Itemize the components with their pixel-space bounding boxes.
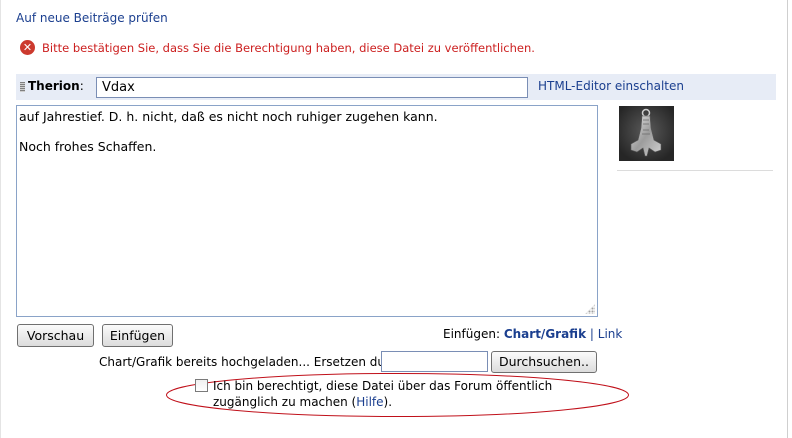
insert-links-separator: | <box>589 327 594 341</box>
error-text: Bitte bestätigen Sie, dass Sie die Berec… <box>42 40 535 55</box>
check-new-posts-link[interactable]: Auf neue Beiträge prüfen <box>16 11 168 25</box>
post-header-bar: Therion: HTML-Editor einschalten <box>16 74 776 100</box>
insert-links-prefix: Einfügen: <box>443 327 500 341</box>
message-content: auf Jahrestief. D. h. nicht, daß es nich… <box>19 109 438 154</box>
insert-link-link[interactable]: Link <box>598 327 623 341</box>
browse-button[interactable]: Durchsuchen.. <box>491 351 597 373</box>
message-textarea[interactable]: auf Jahrestief. D. h. nicht, daß es nich… <box>16 105 598 317</box>
author-name: Therion <box>28 79 80 93</box>
html-editor-toggle-link[interactable]: HTML-Editor einschalten <box>538 79 684 93</box>
upload-replace-label: Chart/Grafik bereits hochgeladen... Erse… <box>99 355 408 369</box>
avatar <box>619 106 674 161</box>
author-label: Therion: <box>28 79 84 93</box>
insert-chart-link[interactable]: Chart/Grafik <box>504 327 586 341</box>
rights-consent-label: Ich bin berechtigt, diese Datei über das… <box>213 378 613 410</box>
file-path-input[interactable] <box>381 351 488 372</box>
thors-hammer-pendant-icon <box>619 106 674 161</box>
frame-right-border <box>787 0 788 438</box>
error-message: ✕ Bitte bestätigen Sie, dass Sie die Ber… <box>20 40 535 55</box>
insert-links: Einfügen: Chart/Grafik | Link <box>443 327 622 341</box>
frame-left-border <box>0 0 1 438</box>
resize-grip-icon[interactable] <box>585 304 595 314</box>
title-input[interactable] <box>96 77 528 98</box>
preview-button[interactable]: Vorschau <box>17 324 94 347</box>
consent-text-after: ). <box>383 395 393 409</box>
insert-button[interactable]: Einfügen <box>102 324 173 347</box>
error-circle-icon: ✕ <box>20 40 35 55</box>
avatar-divider <box>617 170 773 171</box>
author-suffix: : <box>79 79 84 93</box>
drag-handle-icon[interactable] <box>20 82 25 92</box>
help-link[interactable]: Hilfe <box>356 395 383 409</box>
rights-consent-checkbox[interactable] <box>195 379 208 392</box>
